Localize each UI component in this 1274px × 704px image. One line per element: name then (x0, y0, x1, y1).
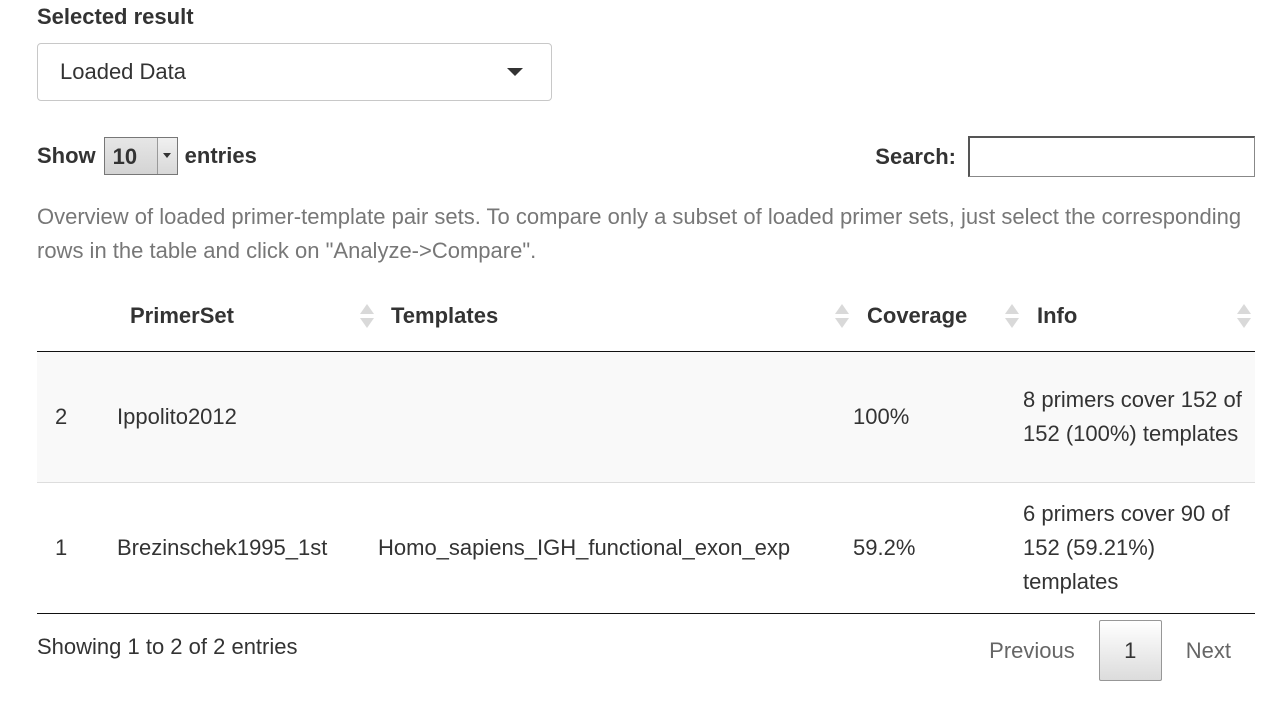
table-header-row: PrimerSet Templates Coverage Info (37, 282, 1255, 352)
page-1-button[interactable]: 1 (1098, 620, 1162, 681)
column-header-templates[interactable]: Templates (378, 282, 853, 352)
search-input[interactable] (968, 136, 1255, 177)
table-caption: Overview of loaded primer-template pair … (37, 204, 1242, 263)
entries-length-control: Show 10 entries (37, 137, 257, 175)
selected-result-value: Loaded Data (60, 59, 186, 84)
show-label: Show (37, 143, 96, 168)
pagination: Previous 1 Next (965, 620, 1255, 681)
table-row[interactable]: 2 Ippolito2012 100% 8 primers cover 152 … (37, 351, 1255, 483)
entries-per-page-value: 10 (112, 144, 138, 169)
entries-per-page-select[interactable]: 10 (103, 137, 178, 175)
cell-index: 2 (37, 351, 117, 483)
entries-label: entries (184, 143, 257, 168)
column-header-primerset[interactable]: PrimerSet (117, 282, 378, 352)
previous-page-button[interactable]: Previous (965, 638, 1099, 664)
select-arrow-button (156, 138, 177, 174)
sort-both-icon (1005, 304, 1019, 330)
next-page-button[interactable]: Next (1162, 638, 1255, 664)
chevron-down-icon (162, 153, 171, 158)
cell-primerset: Brezinschek1995_1st (117, 482, 378, 614)
primer-sets-table: PrimerSet Templates Coverage Info 2 Ippo… (37, 282, 1255, 614)
search-label: Search: (875, 143, 956, 169)
cell-templates: Homo_sapiens_IGH_functional_exon_exp (378, 482, 853, 614)
table-info: Showing 1 to 2 of 2 entries (37, 634, 298, 659)
search-control: Search: (875, 136, 1255, 177)
cell-coverage: 100% (853, 351, 1023, 483)
column-header-info[interactable]: Info (1023, 282, 1255, 352)
cell-info: 6 primers cover 90 of 152 (59.21%) templ… (1023, 482, 1255, 614)
selected-result-dropdown[interactable]: Loaded Data (37, 43, 552, 101)
chevron-down-icon (507, 68, 523, 76)
sort-both-icon (835, 304, 849, 330)
cell-templates (378, 351, 853, 483)
column-header-index[interactable] (37, 282, 117, 352)
table-row[interactable]: 1 Brezinschek1995_1st Homo_sapiens_IGH_f… (37, 482, 1255, 614)
cell-index: 1 (37, 482, 117, 614)
sort-both-icon (1237, 304, 1251, 330)
cell-primerset: Ippolito2012 (117, 351, 378, 483)
sort-both-icon (360, 304, 374, 330)
column-header-coverage[interactable]: Coverage (853, 282, 1023, 352)
cell-info: 8 primers cover 152 of 152 (100%) templa… (1023, 351, 1255, 483)
selected-result-label: Selected result (37, 4, 194, 29)
cell-coverage: 59.2% (853, 482, 1023, 614)
